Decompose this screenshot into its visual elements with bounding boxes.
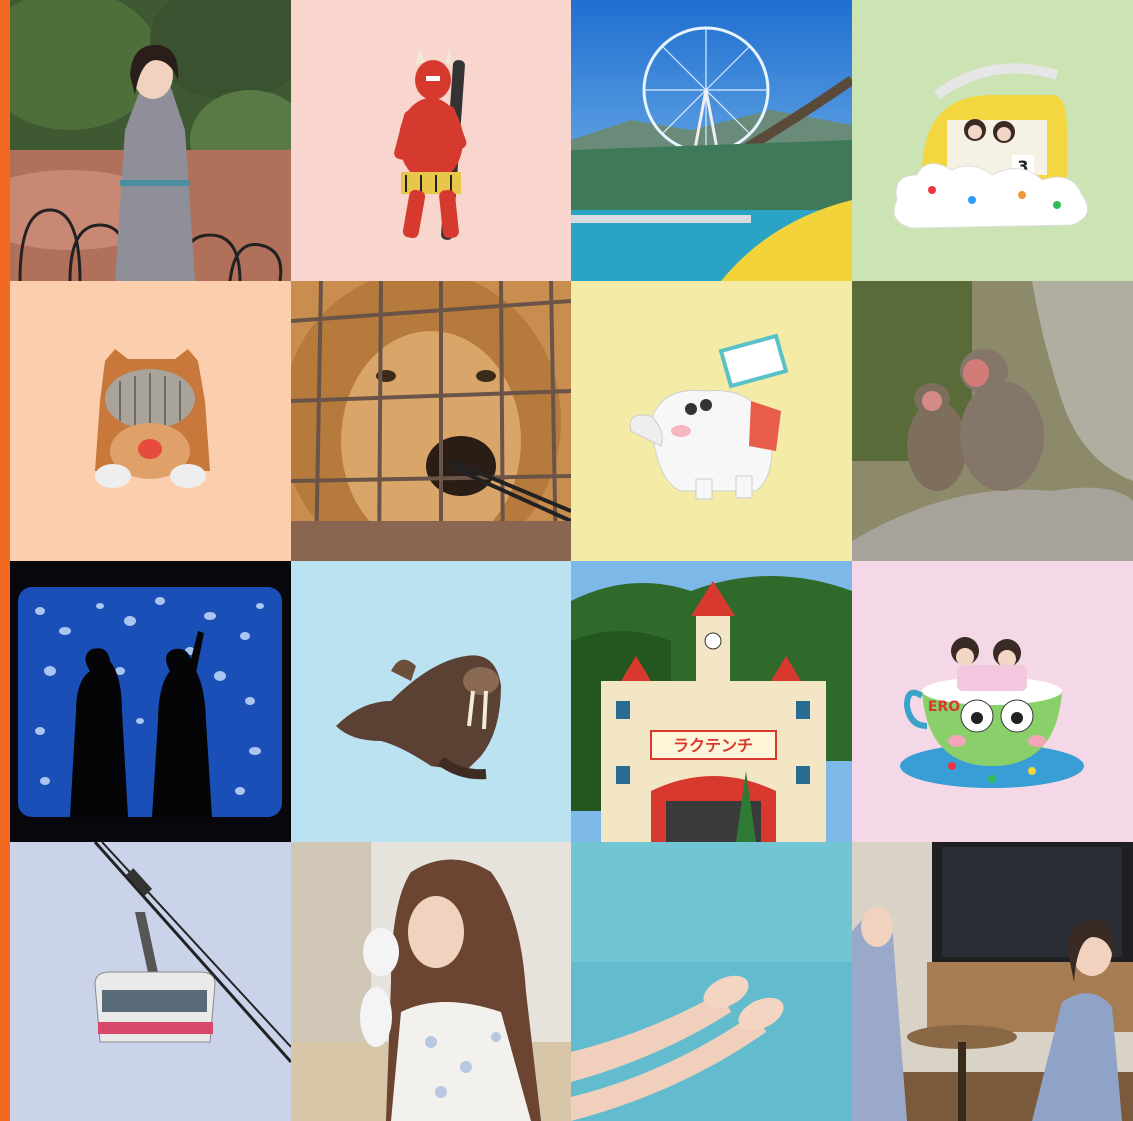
tile-lion-ride — [10, 281, 291, 561]
ropeway-gondola-icon — [10, 842, 291, 1121]
photo-grid: 3 ラクテンチ ERO — [10, 0, 1133, 1121]
tile-woman-hot-spring — [10, 0, 291, 281]
photo-castle-gate: ラクテンチ — [571, 561, 852, 842]
cup-text: ERO — [928, 699, 960, 715]
tile-walrus — [291, 561, 571, 842]
tile-lion-feeding — [291, 281, 571, 561]
photo-hands-water — [571, 842, 852, 1121]
photo-woman-red-hot-spring — [10, 0, 291, 281]
photo-women-hotel-room — [852, 842, 1133, 1121]
flying-elephant-ride-icon — [571, 281, 852, 561]
tile-monkeys — [852, 281, 1133, 561]
tile-castle-gate: ラクテンチ — [571, 561, 852, 842]
photo-monkeys-on-rock — [852, 281, 1133, 561]
castle-sign: ラクテンチ — [673, 736, 753, 755]
photo-ferris-wheel-coaster — [571, 0, 852, 281]
tile-ferris-wheel — [571, 0, 852, 281]
red-oni-figure-icon — [291, 0, 571, 281]
photo-woman-gloves — [291, 842, 571, 1121]
tile-woman-workshop — [291, 842, 571, 1121]
cloud-car-ride-icon: 3 — [852, 0, 1133, 281]
tile-keroppi-cup: ERO — [852, 561, 1133, 842]
tile-hands-water — [571, 842, 852, 1121]
accent-bar — [0, 0, 10, 1121]
tile-jellyfish — [10, 561, 291, 842]
tile-hotel-room — [852, 842, 1133, 1121]
keroppi-cup-ride-icon: ERO — [852, 561, 1133, 842]
tile-red-oni — [291, 0, 571, 281]
photo-jellyfish-silhouettes — [10, 561, 291, 842]
tile-elephant-ride — [571, 281, 852, 561]
walrus-icon — [291, 561, 571, 842]
lion-ride-icon — [10, 281, 291, 561]
tile-ropeway — [10, 842, 291, 1121]
tile-cloud-car: 3 — [852, 0, 1133, 281]
photo-lion-behind-fence — [291, 281, 571, 561]
